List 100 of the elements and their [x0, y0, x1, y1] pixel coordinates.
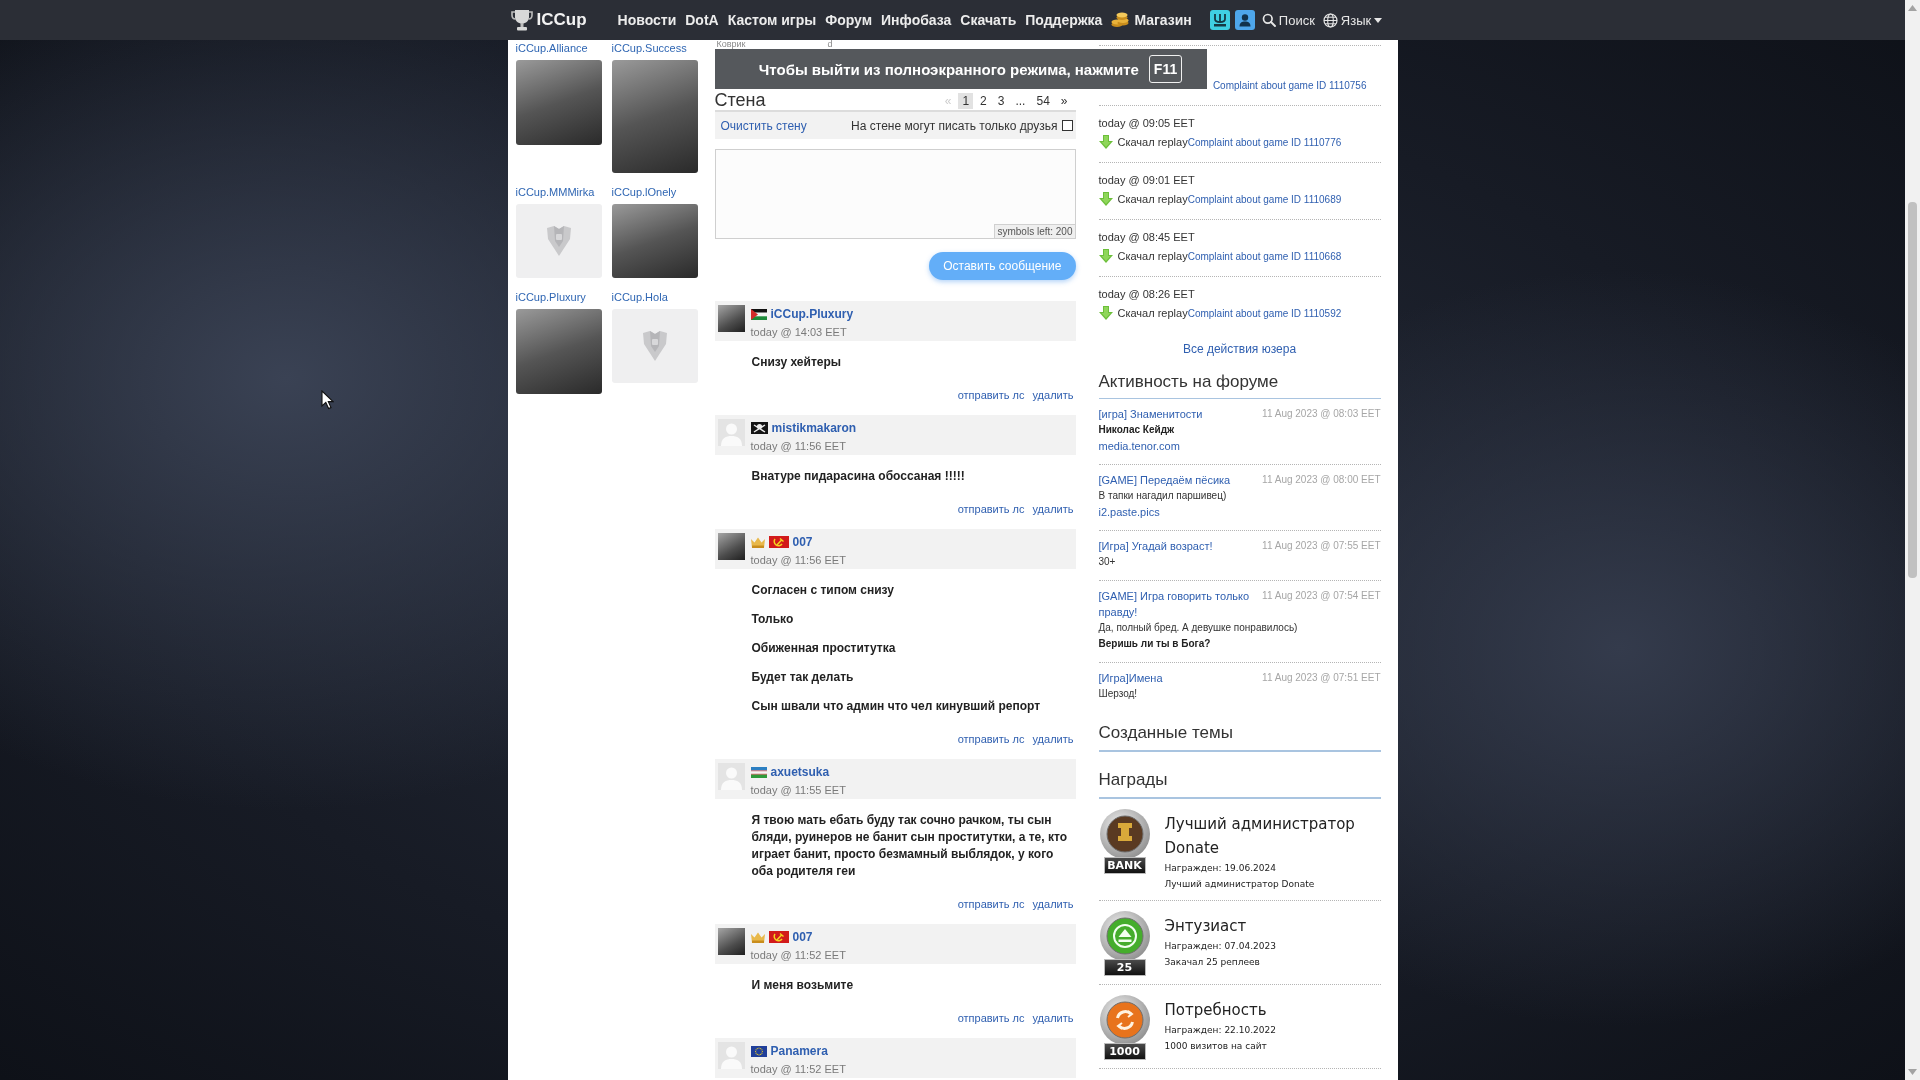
page-link[interactable]: 1 [958, 93, 974, 109]
message-text: Я твою мать ебать буду так сочно рачком, ты сын бляди, руинеров не банит сын проститутки, а те, кто играет банит, просто безмамный выблядок, у кого оба родителя геи [751, 812, 1068, 880]
down-arrow-icon [1098, 306, 1113, 320]
friends-only-checkbox[interactable] [1061, 120, 1073, 131]
avatar-photo[interactable] [717, 928, 745, 955]
author-link[interactable]: iCCup.Pluxury [770, 307, 854, 321]
activity-time: today @ 09:01 EET [1098, 173, 1196, 187]
post-time: today @ 11:52 EET [750, 1062, 846, 1076]
post-time: today @ 11:52 EET [750, 948, 846, 962]
site-logo[interactable]: ICCup [510, 8, 587, 32]
post-link[interactable]: media.tenor.com [1098, 438, 1381, 454]
avatar-photo[interactable] [717, 533, 745, 560]
replay-link[interactable]: Complaint about game ID 1110776 [1187, 136, 1342, 148]
photo-placeholder[interactable] [515, 60, 602, 145]
cup-logo-icon [510, 8, 533, 32]
star-flag-icon [750, 1045, 767, 1057]
friend-name-link[interactable]: iCCup.Success [611, 42, 698, 55]
replay-link[interactable]: Complaint about game ID 1110689 [1187, 193, 1342, 205]
activity-time: today @ 08:45 EET [1098, 230, 1196, 244]
forum-topic-link[interactable]: [GAME] Передаём пёсика [1098, 472, 1231, 488]
friend-name-link[interactable]: iCCup.lOnely [611, 186, 698, 199]
replay-link[interactable]: Complaint about game ID 1110668 [1187, 250, 1342, 262]
topic-date: 11 Aug 2023 @ 07:51 EET [1262, 671, 1381, 685]
refresh-medal-icon [1098, 994, 1151, 1046]
author-link[interactable]: axuetsuka [770, 765, 830, 779]
flag-icon [750, 766, 767, 778]
friend-name-link[interactable]: iCCup.Alliance [515, 42, 602, 55]
friend-name-link[interactable]: iCCup.Hola [611, 291, 698, 304]
award-date: Награжден: 19.06.2024 [1164, 862, 1277, 875]
nav-link[interactable]: Форум [825, 12, 873, 28]
award-title: Лучший администратор Donate [1164, 814, 1356, 859]
language-menu[interactable]: Язык [1322, 12, 1383, 28]
down-arrow-icon [1098, 192, 1113, 206]
down-arrow-icon [1098, 249, 1113, 263]
friends-only-label: На стене могут писать только друзья [851, 118, 1058, 133]
activity-time: today @ 08:26 EET [1098, 287, 1196, 301]
all-activity-link[interactable]: Все действия юзера [1182, 342, 1297, 356]
post-action-link[interactable]: удалить [1032, 732, 1074, 746]
photo-placeholder[interactable] [611, 60, 698, 173]
activity-text: Скачал replay [1117, 136, 1188, 148]
eject-medal-icon [1098, 910, 1151, 962]
crown-icon [750, 536, 765, 548]
nav-link[interactable]: DotA [685, 12, 719, 28]
nav-link[interactable]: Инфобаза [881, 12, 952, 28]
forum-topic-link[interactable]: [Игра] Угадай возраст! [1098, 538, 1213, 554]
scrollbar-track[interactable] [1905, 0, 1920, 1080]
photo-placeholder[interactable] [611, 204, 698, 278]
search-link[interactable]: Поиск [1261, 12, 1315, 28]
post-action-link[interactable]: отправить лс [957, 502, 1025, 516]
author-link[interactable]: Panamera [770, 1044, 828, 1058]
replay-link[interactable]: Complaint about game ID 1110592 [1187, 307, 1342, 319]
forum-topic-link[interactable]: [GAME] Игра говорить только правду! [1098, 588, 1257, 620]
post-action-link[interactable]: отправить лс [957, 897, 1025, 911]
trident-icon[interactable] [1209, 10, 1230, 30]
photo-placeholder[interactable] [515, 309, 602, 394]
post-action-link[interactable]: удалить [1032, 1011, 1074, 1025]
forum-topic-link[interactable]: [Игра]Имена [1098, 670, 1163, 686]
message-text: Внатуре пидарасина обоссаная !!!!! [751, 468, 966, 485]
post-excerpt: Николас Кейдж [1098, 423, 1176, 437]
post-time: today @ 11:55 EET [750, 783, 846, 797]
post-action-link[interactable]: удалить [1032, 502, 1074, 516]
post-action-link[interactable]: отправить лс [957, 1011, 1025, 1025]
nav-link[interactable]: Новости [617, 12, 677, 28]
shop-link[interactable]: Магазин [1111, 12, 1192, 28]
message-text: Обиженная проститутка [751, 640, 897, 657]
nav-link[interactable]: Поддержка [1025, 12, 1103, 28]
award-description: 1000 визитов на сайт [1164, 1040, 1268, 1053]
post-action-link[interactable]: удалить [1032, 388, 1074, 402]
author-link[interactable]: 007 [792, 930, 813, 944]
symbols-counter: symbols left: 200 [994, 224, 1075, 238]
nav-link[interactable]: Кастом игры [727, 12, 817, 28]
post-action-link[interactable]: отправить лс [957, 388, 1025, 402]
message-text: Снизу хейтеры [751, 354, 843, 371]
friend-name-link[interactable]: iCCup.MMMirka [515, 186, 602, 199]
keyboard-key: F11 [1148, 55, 1183, 83]
activity-time: today @ 09:05 EET [1098, 116, 1196, 130]
forum-topic-link[interactable]: [игра] Знаменитости [1098, 406, 1203, 422]
post-link[interactable]: i2.paste.pics [1098, 504, 1381, 520]
author-link[interactable]: 007 [792, 535, 813, 549]
scrollbar-thumb[interactable] [1908, 202, 1917, 578]
message-input[interactable] [714, 149, 1076, 239]
post-excerpt: Да, полный бред. А девушке понравилось) [1098, 621, 1299, 635]
avatar-photo[interactable] [717, 305, 745, 332]
user-icon[interactable] [1234, 10, 1255, 30]
hammer-sickle-flag-icon [768, 931, 789, 943]
post-excerpt: 30+ [1098, 555, 1117, 569]
shield-icon [545, 225, 572, 257]
post-excerpt: Шерзод! [1098, 687, 1139, 701]
author-link[interactable]: mistikmakaron [771, 421, 857, 435]
replay-link[interactable]: Complaint about game ID 1110756 [1212, 79, 1367, 91]
award-title: Энтузиаст [1164, 916, 1248, 937]
post-action-link[interactable]: отправить лс [957, 732, 1025, 746]
message-text: Согласен с типом снизу [751, 582, 895, 599]
nav-link[interactable]: Скачать [960, 12, 1017, 28]
notice-text: Чтобы выйти из полноэкранного режима, нажмите [758, 60, 1139, 78]
medal-plate: 25 [1103, 959, 1146, 976]
caret-icon [1374, 17, 1383, 23]
post-action-link[interactable]: удалить [1032, 897, 1074, 911]
clear-wall-link[interactable]: Очистить стену [720, 118, 807, 133]
friend-name-link[interactable]: iCCup.Pluxury [515, 291, 602, 304]
